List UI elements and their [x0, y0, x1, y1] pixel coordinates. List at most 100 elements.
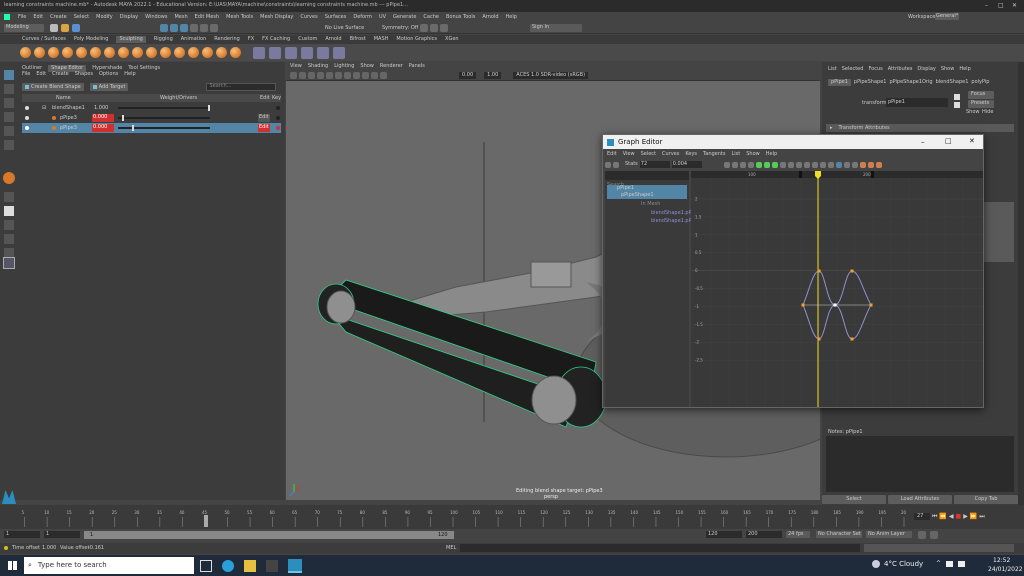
textured-icon[interactable]: [362, 72, 369, 79]
visibility-icon[interactable]: [25, 116, 29, 120]
maximize-button[interactable]: □: [998, 3, 1004, 9]
table-row[interactable]: pPipe3 0.000 Edit: [22, 123, 281, 133]
viewport-menu-show[interactable]: Show: [360, 64, 374, 69]
table-row[interactable]: pPipe3 0.000 Edit: [22, 113, 281, 123]
weight-slider[interactable]: [118, 107, 210, 109]
sign-in-dropdown[interactable]: Sign In: [530, 24, 582, 32]
visibility-icon[interactable]: [25, 126, 29, 130]
snap-curve-icon[interactable]: [200, 24, 208, 32]
film-gate-icon[interactable]: [335, 72, 342, 79]
menu-bonus-tools[interactable]: Bonus Tools: [446, 14, 475, 20]
playback-start-field[interactable]: 1: [44, 531, 80, 538]
viewport-menu-renderer[interactable]: Renderer: [380, 64, 403, 69]
ae-tab-ppipeshape1orig[interactable]: pPipeShape1Orig: [889, 80, 932, 85]
graph-tool-icon[interactable]: [851, 161, 858, 168]
search-tool-icon[interactable]: [3, 257, 15, 269]
outliner-item[interactable]: In Mesh: [607, 201, 687, 208]
mesh-tool-icon[interactable]: [301, 46, 313, 59]
playback-end-field[interactable]: 120: [706, 531, 742, 538]
ae-tab-blendshape1[interactable]: blendShape1: [936, 80, 969, 85]
shelf-tab-sculpting[interactable]: Sculpting: [116, 36, 146, 43]
save-scene-icon[interactable]: [72, 24, 80, 32]
slider-handle[interactable]: [132, 125, 134, 131]
table-row[interactable]: ⊟ blendShape1 1.000: [22, 103, 281, 113]
ae-menu-focus[interactable]: Focus: [868, 67, 882, 72]
notes-field[interactable]: [826, 436, 1014, 492]
graph-layout-icon[interactable]: [4, 234, 14, 244]
ge-menu-edit[interactable]: Edit: [607, 152, 617, 157]
taskbar-search[interactable]: ⌕ Type here to search: [24, 557, 194, 574]
step-forward-icon[interactable]: ⏩: [970, 513, 977, 520]
menu-display[interactable]: Display: [120, 14, 138, 20]
ae-menu-show[interactable]: Show: [941, 67, 955, 72]
sculpt-brush-icon[interactable]: [230, 47, 241, 58]
menu-file[interactable]: File: [18, 14, 26, 20]
sculpt-brush-icon[interactable]: [20, 47, 31, 58]
sculpt-brush-icon[interactable]: [62, 47, 73, 58]
menu-shapes[interactable]: Shapes: [75, 72, 93, 77]
range-bar[interactable]: 1 120: [84, 531, 454, 539]
shelf-tab-custom[interactable]: Custom: [298, 37, 317, 42]
menu-create[interactable]: Create: [50, 14, 67, 20]
mel-label[interactable]: MEL: [446, 546, 456, 551]
transform-field[interactable]: pPipe1: [886, 98, 948, 107]
edge-icon[interactable]: [222, 560, 234, 572]
sculpt-brush-icon[interactable]: [146, 47, 157, 58]
layout-icon[interactable]: [4, 192, 14, 202]
sculpt-brush-icon[interactable]: [160, 47, 171, 58]
create-blend-shape-button[interactable]: Create Blend Shape: [22, 83, 84, 91]
mesh-tool-icon[interactable]: [253, 46, 265, 59]
file-explorer-icon[interactable]: [244, 560, 256, 572]
sculpt-brush-icon[interactable]: [216, 47, 227, 58]
row-weight[interactable]: 0.000: [92, 124, 114, 132]
wireframe-icon[interactable]: [344, 72, 351, 79]
shelf-tab-poly-modeling[interactable]: Poly Modeling: [74, 37, 109, 42]
ae-tab-ppipe1[interactable]: pPipe1: [828, 79, 851, 86]
select-button[interactable]: Select: [822, 494, 886, 504]
menu-generate[interactable]: Generate: [393, 14, 416, 20]
menu-select[interactable]: Select: [74, 14, 89, 20]
graph-tool-icon[interactable]: [755, 161, 762, 168]
menu-mesh[interactable]: Mesh: [174, 14, 187, 20]
auto-key-icon[interactable]: [918, 531, 926, 539]
presets-icon[interactable]: [954, 102, 960, 108]
edit-button-active[interactable]: Edit: [258, 124, 270, 132]
menu-file[interactable]: File: [22, 72, 30, 77]
viewport-menu-lighting[interactable]: Lighting: [334, 64, 354, 69]
graph-tool-icon[interactable]: [731, 161, 738, 168]
edit-button[interactable]: Edit: [258, 114, 270, 122]
move-tool-icon[interactable]: [4, 112, 14, 122]
sculpt-brush-icon[interactable]: [104, 47, 115, 58]
ge-menu-show[interactable]: Show: [746, 152, 760, 157]
section-transform-attributes[interactable]: ▸ Transform Attributes: [826, 124, 1014, 132]
minimize-button[interactable]: –: [921, 139, 925, 146]
ge-menu-curves[interactable]: Curves: [662, 152, 679, 157]
graph-tool-icon[interactable]: [803, 161, 810, 168]
close-button[interactable]: ✕: [969, 138, 975, 145]
shadows-icon[interactable]: [380, 72, 387, 79]
slider-handle[interactable]: [208, 105, 210, 111]
ae-tab-polypip[interactable]: polyPip: [971, 80, 989, 85]
shelf-tab-fx[interactable]: FX: [248, 37, 254, 42]
sculpt-brush-icon[interactable]: [188, 47, 199, 58]
graph-tool-icon[interactable]: [763, 161, 770, 168]
play-back-icon[interactable]: ◀: [949, 513, 954, 520]
command-input[interactable]: [460, 544, 860, 552]
focus-icon[interactable]: [954, 94, 960, 100]
outliner-item[interactable]: blendShape1.pPipe3: [607, 218, 702, 225]
viewport-menu-view[interactable]: View: [290, 64, 302, 69]
time-slider[interactable]: 5 10 15 20 25 30 35 40 45 50 55 60 65 70 75 80 85 90 95 100…: [0, 505, 1024, 529]
menu-create[interactable]: Create: [52, 72, 69, 77]
preferences-icon[interactable]: [930, 531, 938, 539]
shelf-tab-motion-graphics[interactable]: Motion Graphics: [396, 37, 437, 42]
menu-modify[interactable]: Modify: [96, 14, 113, 20]
copy-tab-button[interactable]: Copy Tab: [954, 494, 1018, 504]
outliner-item[interactable]: pPipeShape1: [607, 192, 687, 199]
menu-uv[interactable]: UV: [379, 14, 386, 20]
shelf-tab-curves-surfaces[interactable]: Curves / Surfaces: [22, 37, 66, 42]
rotate-tool-icon[interactable]: [4, 126, 14, 136]
far-clip-field[interactable]: 1.00: [484, 72, 502, 79]
graph-view[interactable]: 21.510.50-0.5-1-1.5-2-2.5 100 200: [691, 171, 983, 407]
menu-mesh-tools[interactable]: Mesh Tools: [226, 14, 253, 20]
ae-menu-display[interactable]: Display: [917, 67, 935, 72]
